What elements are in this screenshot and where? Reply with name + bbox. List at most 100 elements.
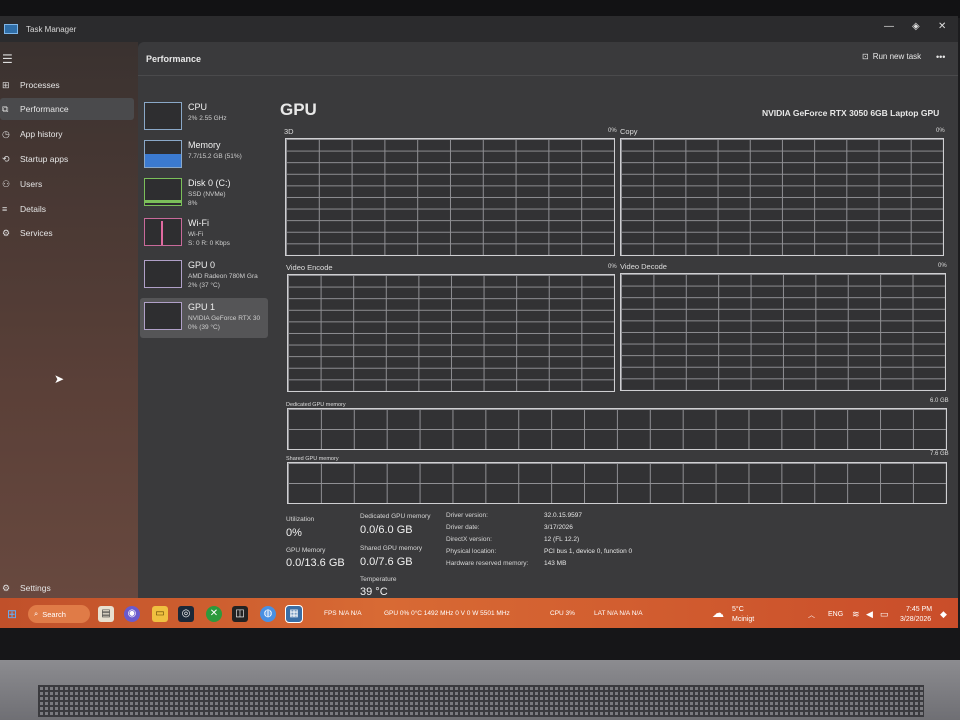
- performance-pane: Performance ⊡ Run new task ••• CPU 2% 2.…: [138, 42, 958, 614]
- device-detail: Wi-Fi: [188, 231, 204, 238]
- clock-date[interactable]: 3/28/2026: [900, 616, 931, 623]
- device-memory[interactable]: Memory 7.7/15.2 GB (51%): [140, 136, 268, 176]
- device-detail: 7.7/15.2 GB (51%): [188, 153, 242, 160]
- app-history-icon: ◷: [2, 128, 10, 139]
- weather-cloud-icon[interactable]: ☁: [712, 606, 724, 620]
- weather-desc[interactable]: Mcinigt: [732, 616, 754, 623]
- chrome-icon[interactable]: ◍: [260, 606, 276, 622]
- task-manager-taskbar-icon[interactable]: ▦: [285, 605, 303, 623]
- xbox-icon[interactable]: ✕: [206, 606, 222, 622]
- start-windows-icon[interactable]: ⊞: [4, 606, 20, 622]
- dedicated-memory-value: 0.0/6.0 GB: [360, 524, 413, 536]
- steam-icon[interactable]: ◎: [178, 606, 194, 622]
- device-name: GPU 0: [188, 260, 216, 270]
- engine-video-encode-pct: 0%: [608, 264, 617, 270]
- device-cpu[interactable]: CPU 2% 2.55 GHz: [140, 98, 268, 138]
- input-language[interactable]: ENG: [828, 611, 843, 618]
- engine-video-decode-pct: 0%: [938, 263, 947, 269]
- nav-item-label: Users: [20, 179, 43, 189]
- nav-item-label: Startup apps: [20, 154, 69, 164]
- engine-copy-pct: 0%: [936, 128, 945, 134]
- gpu-memory-value: 0.0/13.6 GB: [286, 557, 345, 569]
- tray-overflow-icon[interactable]: ︿: [808, 610, 815, 620]
- nav-item-processes[interactable]: ⊞ Processes: [0, 74, 134, 96]
- notes-app-icon[interactable]: ▤: [98, 606, 114, 622]
- nav-item-services[interactable]: ⚙ Services: [0, 222, 134, 244]
- utilization-label: Utilization: [286, 516, 315, 523]
- taskbar-search[interactable]: ⌕ Search: [28, 605, 90, 623]
- nav-item-details[interactable]: ≡ Details: [0, 198, 134, 220]
- device-wifi[interactable]: Wi-Fi Wi-Fi S: 0 R: 0 Kbps: [140, 214, 268, 254]
- run-task-icon: ⊡: [862, 52, 869, 61]
- nav-item-label: Processes: [20, 80, 60, 90]
- engine-video-decode-graph: [620, 273, 946, 391]
- wifi-icon[interactable]: ≋: [852, 609, 860, 620]
- osd-gpu: GPU 0% 0°C 1492 MHz 0 V 0 W 5501 MHz: [384, 610, 510, 617]
- engine-3d-graph: [285, 138, 615, 256]
- engine-copy-graph: [620, 138, 944, 256]
- device-gpu0[interactable]: GPU 0 AMD Radeon 780M Gra 2% (37 °C): [140, 256, 268, 296]
- details-icon: ≡: [2, 204, 8, 214]
- engine-copy-label[interactable]: Copy: [620, 127, 638, 136]
- nav-item-app-history[interactable]: ◷ App history: [0, 123, 134, 145]
- device-detail: NVIDIA GeForce RTX 30: [188, 315, 261, 322]
- run-new-task-label: Run new task: [872, 52, 922, 61]
- copilot-icon[interactable]: ◉: [124, 606, 140, 622]
- nav-item-users[interactable]: ⚇ Users: [0, 173, 134, 195]
- detail-value: 3/17/2026: [544, 524, 573, 531]
- processes-icon: ⊞: [2, 79, 10, 90]
- minimize-icon[interactable]: —: [884, 21, 894, 32]
- detail-value: PCI bus 1, device 0, function 0: [544, 548, 633, 555]
- device-detail: 8%: [188, 200, 198, 207]
- device-disk[interactable]: Disk 0 (C:) SSD (NVMe) 8%: [140, 174, 268, 214]
- file-explorer-icon[interactable]: ▭: [152, 606, 168, 622]
- taskbar: ⊞ ⌕ Search ▤ ◉ ▭ ◎ ✕ ◫ ◍ ▦ FPS N/A N/A G…: [0, 598, 958, 630]
- shared-memory-label: Shared GPU memory: [360, 545, 423, 552]
- dedicated-memory-label: Dedicated GPU memory: [360, 513, 431, 520]
- title-bar: Task Manager — ◈ ✕: [0, 16, 958, 42]
- shared-memory-max: 7.6 GB: [930, 451, 949, 457]
- gpu-memory-label: GPU Memory: [286, 547, 326, 554]
- device-name: Wi-Fi: [188, 218, 209, 228]
- nav-item-performance[interactable]: ⧉ Performance: [0, 98, 134, 120]
- settings-gear-icon: ⚙: [2, 582, 11, 593]
- engine-video-encode-label[interactable]: Video Encode: [286, 263, 333, 272]
- clock-time[interactable]: 7:45 PM: [906, 606, 932, 613]
- performance-header: Performance ⊡ Run new task •••: [138, 42, 958, 76]
- engine-video-encode-graph: [287, 274, 615, 392]
- disk-activity-line: [145, 200, 181, 203]
- hamburger-menu-icon[interactable]: ☰: [2, 52, 13, 66]
- more-options-button[interactable]: •••: [936, 52, 945, 62]
- sidebar: ☰ ⊞ Processes ⧉ Performance ◷ App histor…: [0, 42, 138, 630]
- performance-icon: ⧉: [2, 103, 9, 114]
- device-name: CPU: [188, 102, 208, 112]
- nav-item-label: Services: [20, 228, 53, 238]
- temperature-value: 39 °C: [360, 586, 388, 598]
- device-name: Memory: [188, 140, 221, 150]
- nav-item-settings[interactable]: ⚙ Settings: [0, 577, 134, 599]
- notifications-icon[interactable]: ◆: [940, 609, 947, 620]
- nav-item-startup-apps[interactable]: ⟲ Startup apps: [0, 148, 134, 170]
- battery-icon[interactable]: ▭: [880, 609, 889, 620]
- osd-fps: FPS N/A N/A: [324, 610, 362, 617]
- detail-key: DirectX version:: [446, 536, 492, 543]
- run-new-task-button[interactable]: ⊡ Run new task: [862, 52, 921, 61]
- weather-temp[interactable]: 5°C: [732, 606, 744, 613]
- temperature-label: Temperature: [360, 576, 397, 583]
- close-icon[interactable]: ✕: [938, 21, 946, 32]
- capture-app-icon[interactable]: ◫: [232, 606, 248, 622]
- maximize-icon[interactable]: ◈: [912, 21, 920, 32]
- detail-value: 32.0.15.9597: [544, 512, 582, 519]
- disk-thumbnail-graph: [144, 178, 182, 206]
- engine-video-decode-label[interactable]: Video Decode: [620, 262, 667, 271]
- osd-cpu: CPU 3%: [550, 610, 575, 617]
- volume-icon[interactable]: ◀: [866, 609, 873, 620]
- device-detail: AMD Radeon 780M Gra: [188, 273, 258, 280]
- memory-fill: [145, 154, 181, 167]
- window-title: Task Manager: [26, 24, 77, 34]
- engine-3d-label[interactable]: 3D: [284, 127, 294, 136]
- osd-latency: LAT N/A N/A N/A: [594, 610, 643, 617]
- detail-key: Physical location:: [446, 548, 497, 555]
- device-detail: 0% (39 °C): [188, 324, 220, 331]
- device-gpu1[interactable]: GPU 1 NVIDIA GeForce RTX 30 0% (39 °C): [140, 298, 268, 338]
